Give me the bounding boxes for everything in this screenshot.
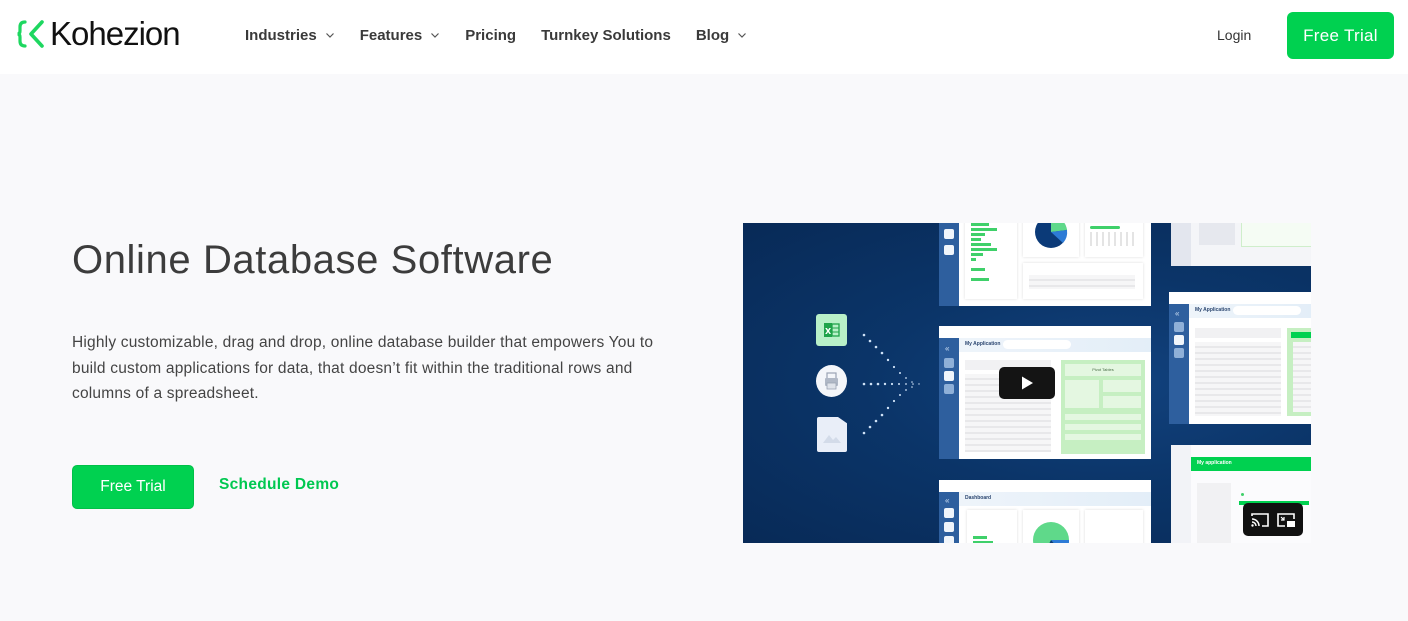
cast-icon (1251, 512, 1269, 527)
brand-name: Kohezion (50, 15, 181, 52)
excel-file-icon: X (816, 314, 847, 346)
hero-title: Online Database Software (72, 238, 554, 282)
hero-description: Highly customizable, drag and drop, onli… (72, 334, 654, 402)
nav-label: Industries (245, 26, 317, 44)
play-button[interactable] (999, 367, 1055, 399)
nav-item-pricing[interactable]: Pricing (465, 27, 516, 44)
connector-dots (862, 333, 920, 435)
thumbnail-green-app-title: My application (1197, 460, 1232, 466)
thumbnail-dashboard-label: Dashboard (965, 495, 992, 501)
cast-button[interactable] (1250, 511, 1270, 529)
kohezion-logo-icon (17, 20, 44, 48)
chevron-down-icon (738, 33, 747, 38)
nav-item-industries[interactable]: Industries (245, 27, 335, 44)
thumbnail-window-dashboard-top (939, 223, 1151, 306)
site-header: Kohezion Industries Features Pricing Tur… (0, 0, 1408, 74)
thumbnail-window-dashboard-bottom: « Dashboard (939, 480, 1151, 543)
header-free-trial-button[interactable]: Free Trial (1287, 12, 1394, 59)
thumbnail-app-title: My Application (965, 341, 1001, 347)
thumbnail-app-title: My Application (1195, 307, 1231, 313)
play-icon (1022, 376, 1033, 390)
nav-label: Turnkey Solutions (541, 26, 671, 44)
nav-label: Pricing (465, 26, 517, 44)
thumbnail-window-right-middle: « My Application (1169, 292, 1311, 424)
schedule-demo-link[interactable]: Schedule Demo (219, 476, 339, 494)
printer-document-icon (816, 365, 847, 397)
main-nav: Industries Features Pricing Turnkey Solu… (245, 24, 772, 46)
video-controls (1243, 503, 1303, 536)
chevron-down-icon (431, 33, 440, 38)
nav-item-blog[interactable]: Blog (696, 27, 747, 44)
nav-item-features[interactable]: Features (360, 27, 441, 44)
nav-label: Blog (695, 26, 730, 44)
login-link[interactable]: Login (1217, 27, 1251, 43)
picture-in-picture-button[interactable] (1276, 511, 1296, 529)
thumbnail-pivot-label: Pivot Tables (1065, 364, 1141, 376)
thumbnail-window-top-right (1171, 223, 1311, 266)
chevron-down-icon (325, 33, 334, 38)
image-file-icon (817, 417, 847, 452)
nav-label: Features (359, 26, 423, 44)
nav-item-turnkey-solutions[interactable]: Turnkey Solutions (541, 27, 671, 44)
brand-logo[interactable]: Kohezion (16, 15, 181, 52)
svg-text:X: X (825, 327, 832, 336)
picture-in-picture-icon (1277, 512, 1295, 527)
hero-free-trial-button[interactable]: Free Trial (72, 465, 194, 509)
